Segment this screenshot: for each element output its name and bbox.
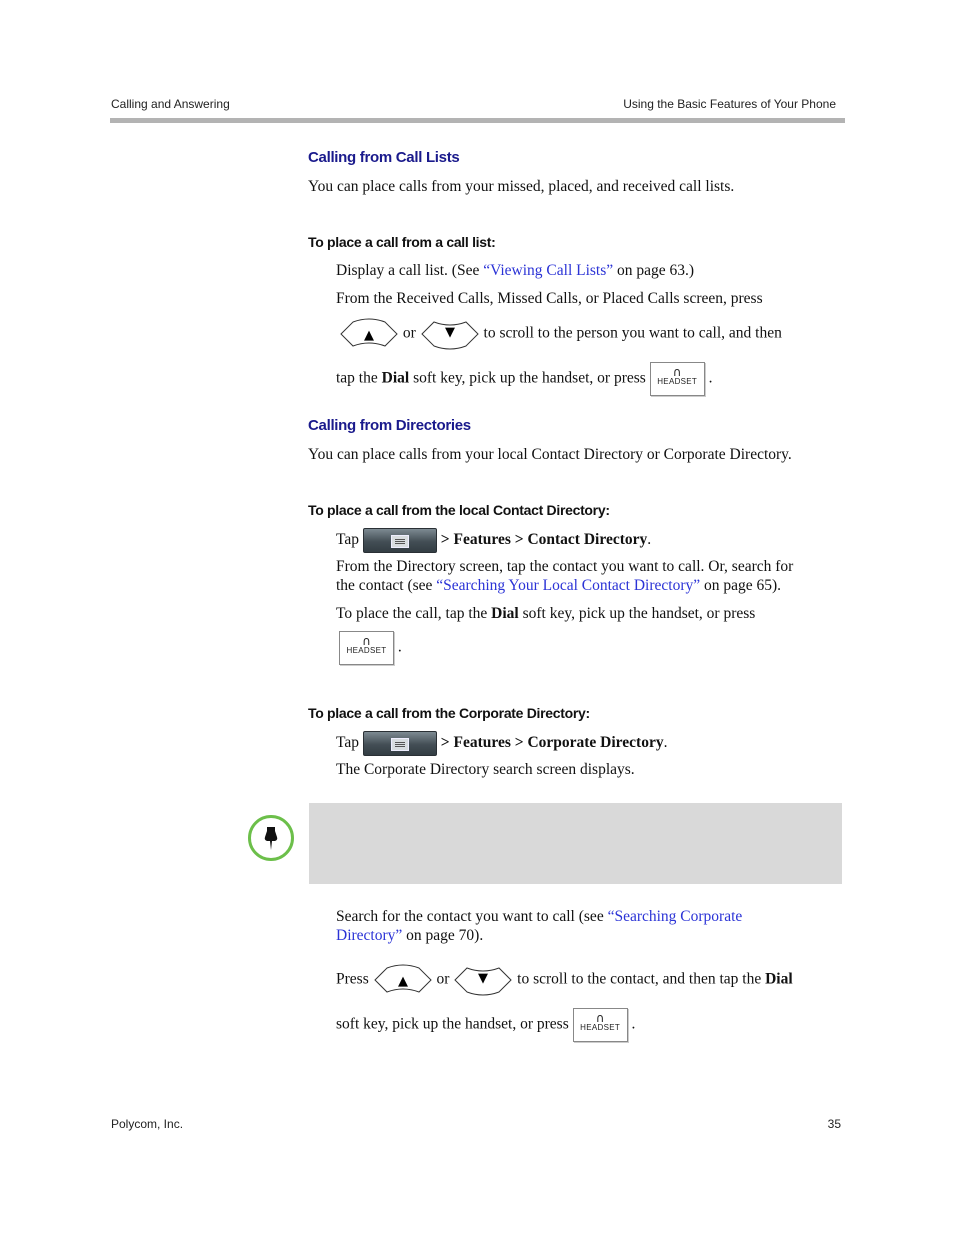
procedure-title-local: To place a call from the local Contact D… xyxy=(308,502,610,518)
procedure-title-corporate: To place a call from the Corporate Direc… xyxy=(308,705,590,721)
text: soft key, pick up the handset, or press xyxy=(518,605,756,622)
text: soft key, pick up the handset, or press xyxy=(336,1015,569,1033)
text: Tap xyxy=(336,734,360,752)
text: Search for the contact you want to call … xyxy=(336,908,608,925)
dial-softkey-name: Dial xyxy=(491,605,519,622)
searching-corporate-directory-link[interactable]: Directory” xyxy=(336,927,402,944)
text: . xyxy=(397,638,402,656)
step-text: Directory” on page 70). xyxy=(336,926,483,945)
up-arrow-key-icon: ▲ xyxy=(339,318,399,350)
dial-softkey-name: Dial xyxy=(381,369,410,387)
up-glyph: ▲ xyxy=(398,974,408,989)
running-header-section: Using the Basic Features of Your Phone xyxy=(623,97,836,111)
text: the contact (see xyxy=(336,577,437,594)
menu-key-icon xyxy=(362,731,437,756)
text: on page 70). xyxy=(402,927,484,944)
text: Press xyxy=(336,970,369,988)
text: To place the call, tap the xyxy=(336,605,492,622)
headset-key-icon: ∩ HEADSET xyxy=(649,362,705,396)
headset-label: HEADSET xyxy=(346,646,387,655)
dial-instruction: soft key, pick up the handset, or press … xyxy=(336,1008,635,1042)
text: tap the xyxy=(336,369,382,387)
text: soft key, pick up the handset, or press xyxy=(409,369,646,387)
viewing-call-lists-link[interactable]: “Viewing Call Lists” xyxy=(483,262,613,279)
section-intro: You can place calls from your missed, pl… xyxy=(308,178,735,195)
footer-company: Polycom, Inc. xyxy=(111,1117,184,1131)
text: . xyxy=(663,734,668,752)
headset-label: HEADSET xyxy=(657,377,698,386)
menu-path: > Features > Contact Directory xyxy=(440,531,648,549)
headset-key-icon: ∩ HEADSET xyxy=(339,631,394,665)
note-box xyxy=(309,803,842,884)
step-text: Tap > Features > Contact Directory. xyxy=(336,528,651,553)
searching-corporate-directory-link[interactable]: “Searching Corporate xyxy=(608,908,743,925)
headset-label: HEADSET xyxy=(580,1023,621,1032)
section-title-call-lists: Calling from Call Lists xyxy=(308,149,460,166)
headset-key-icon: ∩ HEADSET xyxy=(572,1008,628,1042)
step-text: the contact (see “Searching Your Local C… xyxy=(336,576,781,595)
text: . xyxy=(708,369,713,387)
step-text: The Corporate Directory search screen di… xyxy=(336,761,635,778)
step-text: Display a call list. (See “Viewing Call … xyxy=(336,261,694,280)
text: . xyxy=(647,531,652,549)
dial-instruction: tap the Dial soft key, pick up the hands… xyxy=(336,362,712,396)
scroll-instruction: ▲ or ▼ to scroll to the person you want … xyxy=(339,318,782,350)
dial-softkey-name: Dial xyxy=(765,970,793,988)
page-number: 35 xyxy=(827,1117,841,1131)
section-title-directories: Calling from Directories xyxy=(308,417,471,434)
down-glyph: ▼ xyxy=(445,325,455,340)
header-rule xyxy=(110,118,845,123)
step-text: From the Received Calls, Missed Calls, o… xyxy=(336,290,763,307)
searching-local-directory-link[interactable]: “Searching Your Local Contact Directory” xyxy=(436,577,700,594)
text: Display a call list. (See xyxy=(336,262,484,279)
text: on page 63.) xyxy=(613,262,695,279)
menu-key-icon xyxy=(362,528,437,553)
text: to scroll to the contact, and then tap t… xyxy=(517,970,766,988)
section-intro: You can place calls from your local Cont… xyxy=(308,446,792,463)
running-header-chapter: Calling and Answering xyxy=(111,97,230,111)
down-arrow-key-icon: ▼ xyxy=(453,964,513,996)
headset-line: ∩ HEADSET . xyxy=(339,631,402,665)
scroll-instruction: Press ▲ or ▼ to scroll to the contact, a… xyxy=(336,964,793,996)
text: or xyxy=(402,324,416,342)
step-text: From the Directory screen, tap the conta… xyxy=(336,558,794,575)
text: . xyxy=(631,1015,636,1033)
step-text: Search for the contact you want to call … xyxy=(336,907,742,926)
text: Tap xyxy=(336,531,360,549)
menu-icon xyxy=(390,535,409,548)
step-text: Tap > Features > Corporate Directory. xyxy=(336,731,667,756)
menu-path: > Features > Corporate Directory xyxy=(440,734,664,752)
note-pushpin-icon xyxy=(248,815,294,861)
step-text: To place the call, tap the Dial soft key… xyxy=(336,604,755,623)
up-arrow-key-icon: ▲ xyxy=(373,964,433,996)
text: to scroll to the person you want to call… xyxy=(483,324,782,342)
up-glyph: ▲ xyxy=(364,328,374,343)
down-glyph: ▼ xyxy=(478,971,488,986)
text: or xyxy=(436,970,450,988)
down-arrow-key-icon: ▼ xyxy=(420,318,480,350)
menu-icon xyxy=(390,738,409,751)
procedure-title: To place a call from a call list: xyxy=(308,234,496,250)
text: on page 65). xyxy=(700,577,782,594)
